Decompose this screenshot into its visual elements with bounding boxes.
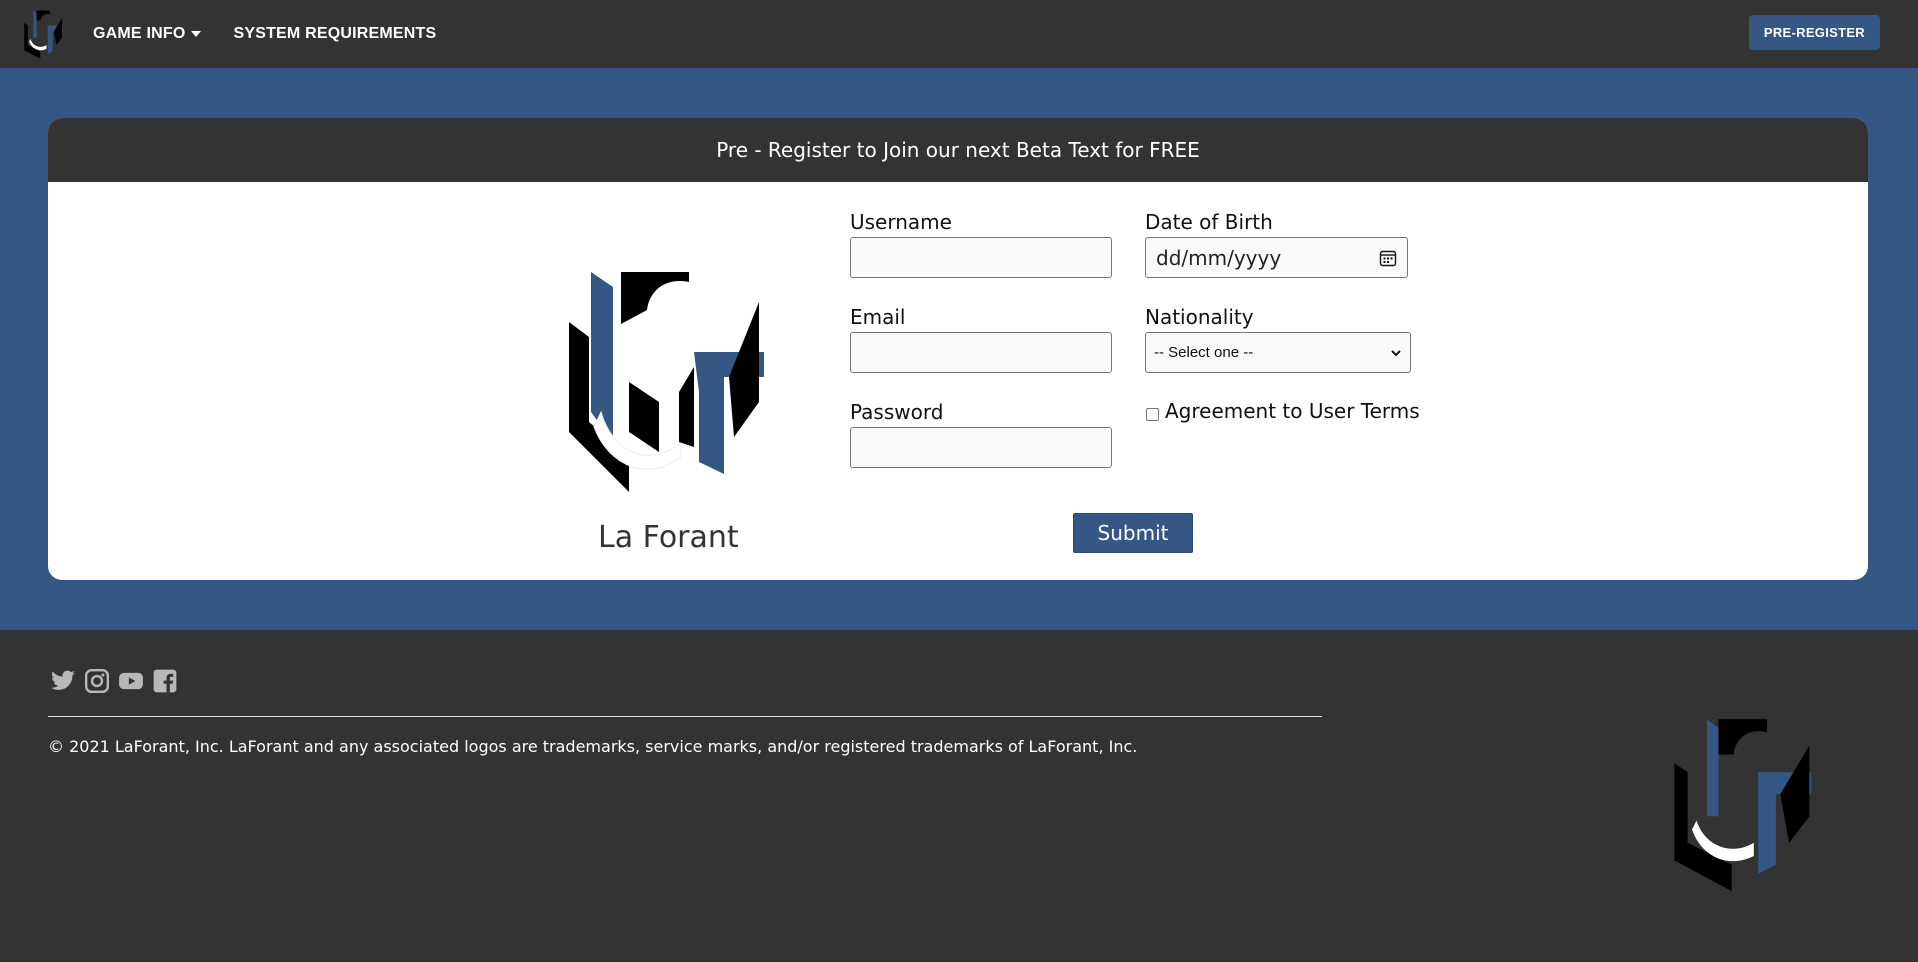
laforant-logo-icon	[569, 272, 764, 492]
agreement-label: Agreement to User Terms	[1165, 399, 1420, 423]
nationality-select[interactable]: -- Select one --	[1145, 332, 1411, 373]
username-input[interactable]	[850, 237, 1112, 278]
submit-button[interactable]: Submit	[1073, 513, 1193, 553]
footer-divider	[48, 716, 1322, 717]
nav-system-requirements-label: SYSTEM REQUIREMENTS	[233, 25, 437, 42]
dob-placeholder: dd/mm/yyyy	[1156, 245, 1282, 270]
registration-card: Pre - Register to Join our next Beta Tex…	[48, 118, 1868, 580]
nationality-label: Nationality	[1145, 305, 1254, 329]
nav-game-info[interactable]: GAME INFO	[93, 25, 202, 43]
brand-name: La Forant	[598, 520, 739, 555]
calendar-icon[interactable]	[1379, 249, 1397, 267]
facebook-icon[interactable]	[152, 668, 178, 694]
card-header: Pre - Register to Join our next Beta Tex…	[48, 118, 1868, 182]
dob-label: Date of Birth	[1145, 210, 1273, 234]
dob-input[interactable]: dd/mm/yyyy	[1145, 237, 1408, 278]
nav-game-info-label: GAME INFO	[93, 25, 186, 42]
password-input[interactable]	[850, 427, 1112, 468]
email-input[interactable]	[850, 332, 1112, 373]
youtube-icon[interactable]	[118, 668, 144, 694]
instagram-icon[interactable]	[84, 668, 110, 694]
nationality-selected: -- Select one --	[1154, 344, 1254, 361]
footer: © 2021 LaForant, Inc. LaForant and any a…	[0, 630, 1918, 962]
agreement-checkbox[interactable]	[1146, 408, 1159, 421]
laforant-logo-icon[interactable]	[22, 8, 66, 60]
nav-system-requirements[interactable]: SYSTEM REQUIREMENTS	[233, 25, 436, 43]
password-label: Password	[850, 400, 944, 424]
copyright-text: © 2021 LaForant, Inc. LaForant and any a…	[48, 737, 1138, 756]
pre-register-button[interactable]: PRE-REGISTER	[1748, 15, 1880, 50]
username-label: Username	[850, 210, 952, 234]
social-links	[50, 668, 178, 694]
caret-down-icon	[191, 31, 202, 37]
chevron-down-icon	[1391, 349, 1401, 356]
twitter-icon[interactable]	[50, 668, 76, 694]
email-label: Email	[850, 305, 906, 329]
card-header-title: Pre - Register to Join our next Beta Tex…	[716, 138, 1200, 162]
nav-links: GAME INFO SYSTEM REQUIREMENTS	[93, 0, 468, 68]
laforant-logo-icon	[1674, 719, 1812, 892]
top-navbar: GAME INFO SYSTEM REQUIREMENTS PRE-REGIST…	[0, 0, 1918, 68]
